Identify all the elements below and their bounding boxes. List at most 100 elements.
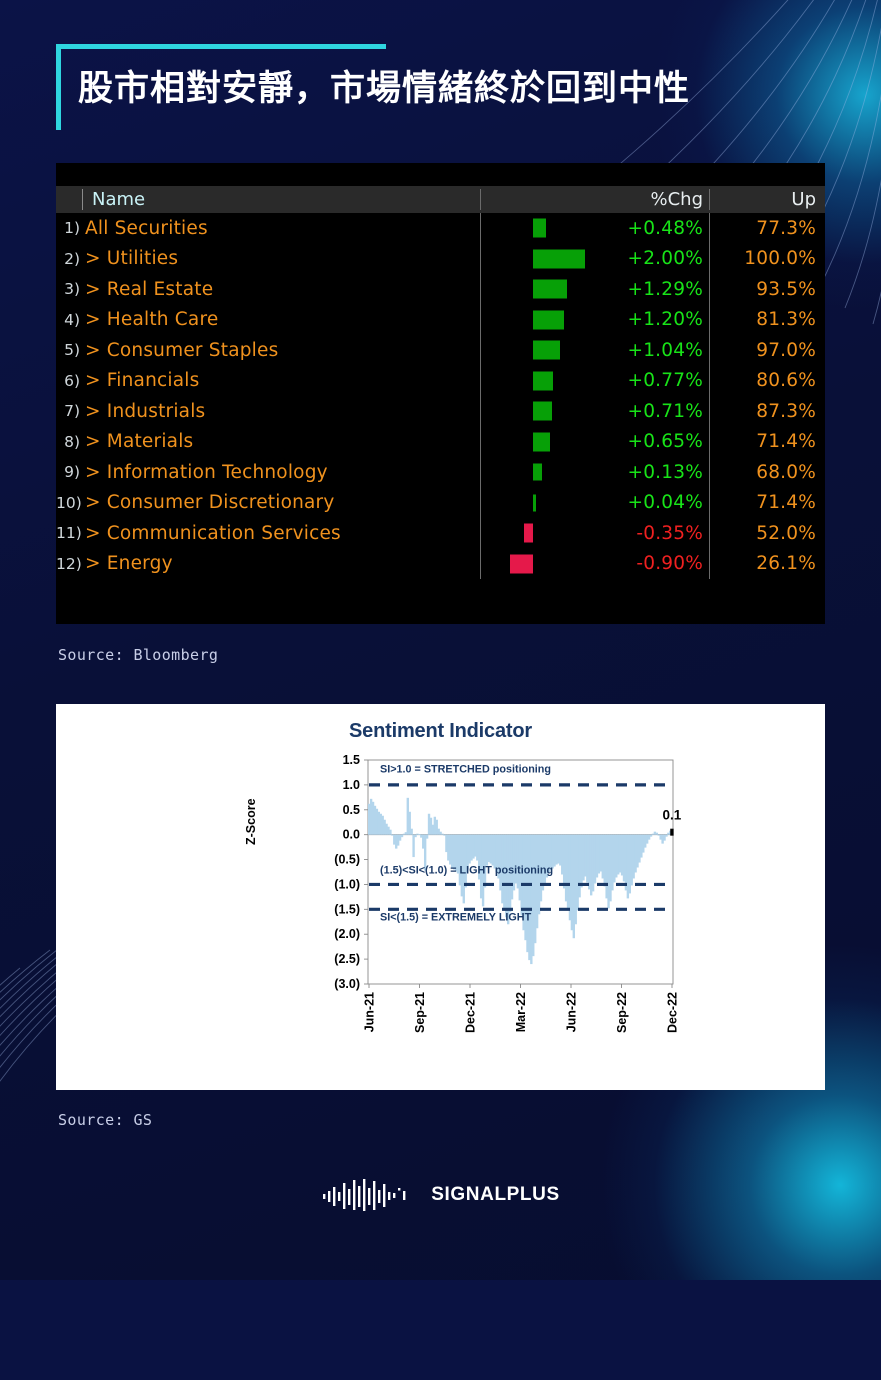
table-row[interactable]: 11) > Communication Services -0.35% 52.0% (56, 518, 825, 549)
row-pct-change: +0.04% (627, 492, 703, 514)
row-up-pct: 71.4% (756, 492, 816, 514)
row-up-pct: 80.6% (756, 370, 816, 392)
row-sector-name[interactable]: > Information Technology (82, 462, 480, 483)
row-change-bar (533, 494, 536, 512)
row-bar-cell (480, 305, 593, 336)
row-pct-change: +1.20% (627, 309, 703, 331)
source-gs: Source: GS (58, 1111, 153, 1129)
row-sector-name[interactable]: > Health Care (82, 309, 480, 330)
row-pct-change: +1.29% (627, 278, 703, 300)
title-accent-horizontal (56, 44, 386, 49)
row-up-pct: 68.0% (756, 461, 816, 483)
series-bar (425, 834, 429, 839)
row-bar-cell (480, 335, 593, 366)
x-tick-label: Jun-21 (363, 992, 377, 1032)
chart-annotation: SI>1.0 = STRETCHED positioning (380, 763, 551, 775)
last-value-marker (670, 828, 674, 836)
bloomberg-table-panel: Name %Chg Up 1) All Securities +0.48% 77.3%… (56, 163, 825, 624)
row-up-pct: 93.5% (756, 278, 816, 300)
footer-logo-text: SIGNALPLUS (431, 1184, 560, 1205)
series-bar (389, 829, 392, 835)
row-index: 6) (64, 371, 80, 390)
table-row[interactable]: 7) > Industrials +0.71% 87.3% (56, 396, 825, 427)
y-tick-label: 0.5 (343, 803, 360, 817)
row-sector-name[interactable]: > Energy (82, 553, 480, 574)
row-index: 3) (64, 280, 80, 299)
row-up-pct: 87.3% (756, 400, 816, 422)
row-change-bar (523, 523, 533, 543)
series-bar (400, 834, 404, 838)
table-row[interactable]: 6) > Financials +0.77% 80.6% (56, 366, 825, 397)
sentiment-chart-card: Sentiment Indicator 1.5 1.0 0.5 0.0 (0.5) (1.… (56, 704, 825, 1090)
row-sector-name[interactable]: > Financials (82, 370, 480, 391)
series-bar (665, 834, 668, 837)
column-header-up[interactable]: Up (709, 189, 825, 210)
table-body: 1) All Securities +0.48% 77.3% 2) > Utilities… (56, 213, 825, 579)
chart-annotation: SI<(1.5) = EXTREMELY LIGHT (380, 911, 532, 923)
table-row[interactable]: 9) > Information Technology +0.13% 68.0% (56, 457, 825, 488)
row-sector-name[interactable]: All Securities (82, 218, 480, 239)
footer-logo: SIGNALPLUS (0, 1178, 881, 1212)
y-tick-label: (3.0) (334, 977, 360, 991)
row-pct-change: -0.90% (636, 553, 703, 575)
row-sector-name[interactable]: > Industrials (82, 401, 480, 422)
row-up-pct: 81.3% (756, 309, 816, 331)
row-change-bar (533, 401, 552, 421)
series-bar (441, 833, 444, 835)
row-bar-cell (480, 244, 593, 275)
row-bar-cell (480, 427, 593, 458)
row-up-pct: 52.0% (756, 522, 816, 544)
row-sector-name[interactable]: > Consumer Discretionary (82, 492, 480, 513)
waveform-icon (323, 1179, 406, 1211)
source-bloomberg: Source: Bloomberg (58, 646, 219, 664)
y-tick-label: 1.0 (343, 778, 360, 792)
x-tick-label: Sep-21 (413, 992, 427, 1033)
row-pct-change: -0.35% (636, 522, 703, 544)
row-change-bar (533, 340, 560, 360)
row-sector-name[interactable]: > Materials (82, 431, 480, 452)
table-row[interactable]: 2) > Utilities +2.00% 100.0% (56, 244, 825, 275)
y-tick-label: 0.0 (343, 828, 360, 842)
row-sector-name[interactable]: > Consumer Staples (82, 340, 480, 361)
table-row[interactable]: 12) > Energy -0.90% 26.1% (56, 549, 825, 580)
row-index: 5) (64, 341, 80, 360)
row-up-pct: 71.4% (756, 431, 816, 453)
series-bar (410, 828, 413, 835)
series-bar (412, 834, 415, 858)
row-index: 4) (64, 310, 80, 329)
row-bar-cell (480, 518, 593, 549)
row-bar-cell (480, 366, 593, 397)
y-tick-label: 1.5 (343, 753, 360, 767)
row-sector-name[interactable]: > Utilities (82, 248, 480, 269)
row-up-pct: 77.3% (756, 217, 816, 239)
title-accent-vertical (56, 44, 61, 130)
x-tick-label: Jun-22 (565, 992, 579, 1032)
row-sector-name[interactable]: > Communication Services (82, 523, 480, 544)
table-row[interactable]: 5) > Consumer Staples +1.04% 97.0% (56, 335, 825, 366)
x-tick-label: Dec-22 (666, 992, 680, 1033)
table-row[interactable]: 3) > Real Estate +1.29% 93.5% (56, 274, 825, 305)
row-bar-cell (480, 488, 593, 519)
row-index: 10) (56, 493, 82, 512)
row-pct-change: +2.00% (627, 248, 703, 270)
table-row[interactable]: 8) > Materials +0.65% 71.4% (56, 427, 825, 458)
row-index: 12) (56, 554, 82, 573)
table-row[interactable]: 10) > Consumer Discretionary +0.04% 71.4% (56, 488, 825, 519)
panel-top-padding (56, 163, 825, 186)
row-pct-change: +0.71% (627, 400, 703, 422)
x-tick-label: Sep-22 (615, 992, 629, 1033)
row-change-bar (533, 218, 546, 238)
column-header-pct-chg[interactable]: %Chg (480, 189, 709, 210)
y-tick-label: (2.5) (334, 952, 360, 966)
chart-y-axis-title: Z-Score (244, 798, 258, 845)
table-row[interactable]: 4) > Health Care +1.20% 81.3% (56, 305, 825, 336)
table-row[interactable]: 1) All Securities +0.48% 77.3% (56, 213, 825, 244)
row-sector-name[interactable]: > Real Estate (82, 279, 480, 300)
series-bar (414, 834, 417, 838)
column-header-name[interactable]: Name (82, 189, 480, 210)
row-up-pct: 97.0% (756, 339, 816, 361)
row-pct-change: +0.65% (627, 431, 703, 453)
y-tick-label: (1.0) (334, 877, 360, 891)
y-tick-label: (0.5) (334, 853, 360, 867)
row-index: 11) (56, 524, 82, 543)
